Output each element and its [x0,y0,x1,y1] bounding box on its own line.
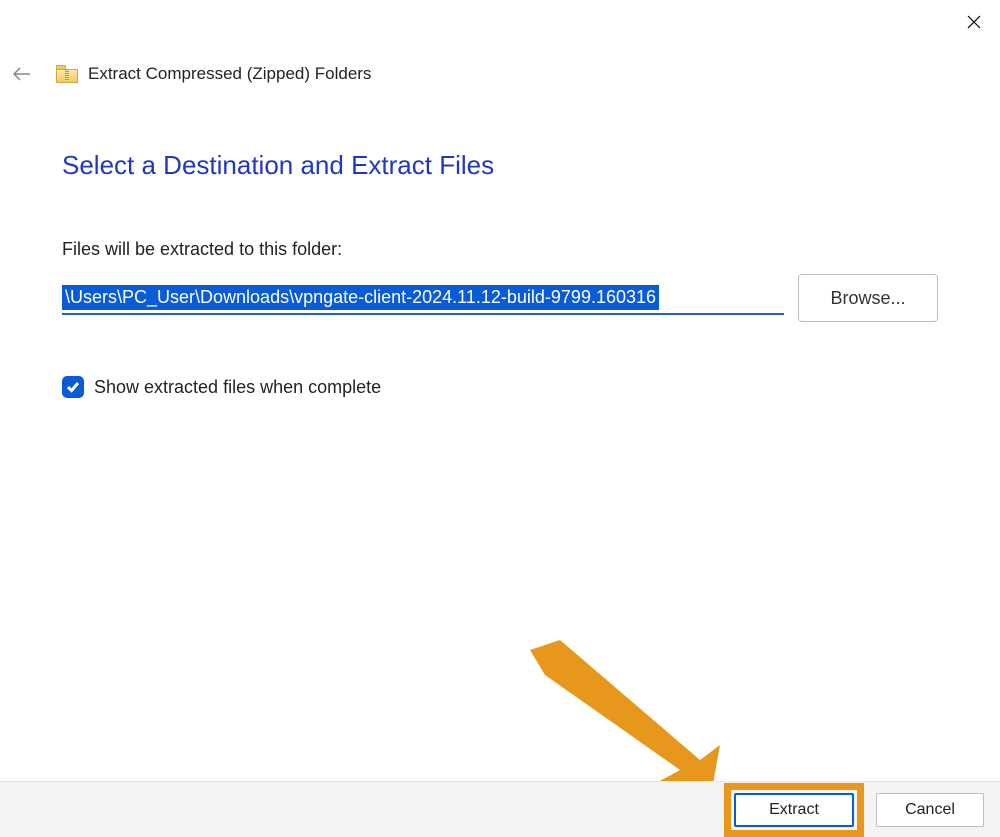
show-files-row: Show extracted files when complete [62,376,938,398]
wizard-title: Extract Compressed (Zipped) Folders [88,64,371,84]
page-heading: Select a Destination and Extract Files [62,150,938,181]
wizard-header: Extract Compressed (Zipped) Folders [10,62,990,86]
cancel-button[interactable]: Cancel [876,793,984,827]
show-files-checkbox[interactable] [62,376,84,398]
checkmark-icon [66,381,80,393]
extract-highlight: Extract [724,783,864,837]
destination-input-value: \Users\PC_User\Downloads\vpngate-client-… [62,285,659,310]
browse-button[interactable]: Browse... [798,274,938,322]
close-button[interactable] [962,10,986,34]
close-icon [967,15,981,29]
destination-row: \Users\PC_User\Downloads\vpngate-client-… [62,274,938,322]
destination-input[interactable]: \Users\PC_User\Downloads\vpngate-client-… [62,281,784,315]
footer-bar: Extract Cancel [0,781,1000,837]
zipped-folder-icon [56,65,78,83]
back-arrow-icon [12,66,32,82]
annotation-arrow-icon [510,640,730,800]
content-area: Select a Destination and Extract Files F… [62,150,938,398]
show-files-label: Show extracted files when complete [94,377,381,398]
extract-button[interactable]: Extract [734,793,854,827]
back-button[interactable] [10,62,34,86]
destination-label: Files will be extracted to this folder: [62,239,938,260]
